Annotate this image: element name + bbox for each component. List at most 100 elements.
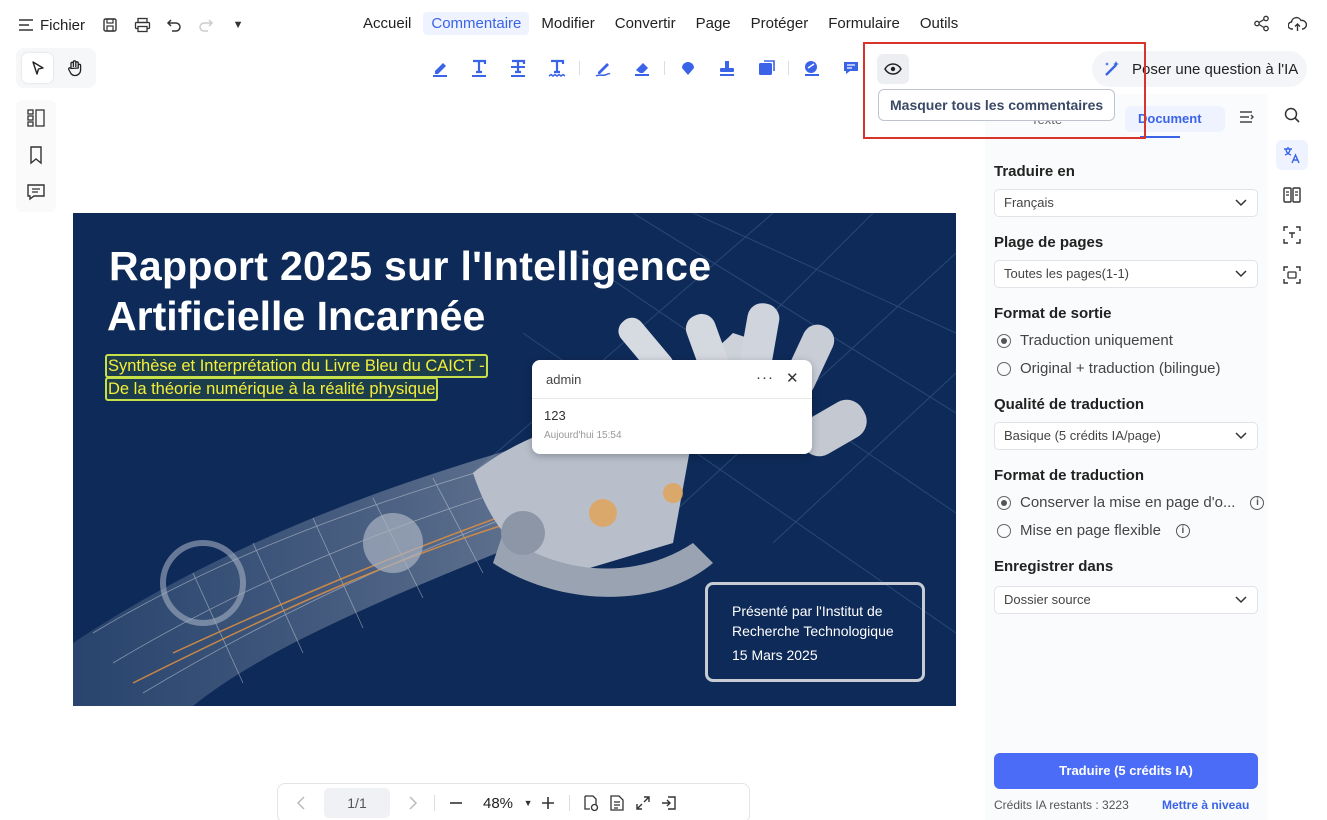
info-icon[interactable]: i (1175, 523, 1190, 538)
hand-tool-button[interactable] (59, 53, 90, 83)
hamburger-icon (19, 19, 33, 31)
print-icon[interactable] (131, 14, 153, 36)
quick-access-dropdown-icon[interactable]: ▼ (227, 14, 249, 36)
note-tool-icon[interactable] (831, 55, 870, 81)
signature-tool-icon[interactable] (792, 55, 831, 81)
format-option-keep-layout[interactable]: Conserver la mise en page d'o... i (997, 494, 1265, 511)
quality-label: Qualité de traduction (994, 396, 1145, 413)
quality-value: Basique (5 crédits IA/page) (1004, 428, 1161, 443)
share-icon[interactable] (1253, 15, 1270, 35)
main-menu: Accueil Commentaire Modifier Convertir P… (355, 12, 970, 35)
undo-icon[interactable] (163, 14, 185, 36)
output-option-bilingual[interactable]: Original + traduction (bilingue) (997, 360, 1221, 377)
more-options-icon[interactable]: ··· (756, 369, 774, 386)
format-option-flexible[interactable]: Mise en page flexible i (997, 522, 1190, 539)
radio-unselected (997, 523, 1011, 538)
shape-tool-icon[interactable] (668, 55, 707, 81)
page-view-icon[interactable] (578, 790, 604, 816)
menu-convertir[interactable]: Convertir (607, 12, 684, 35)
info-icon[interactable]: i (1250, 495, 1265, 510)
nav-divider (569, 795, 571, 811)
file-toolbar: Fichier ▼ (18, 14, 259, 36)
fullscreen-icon[interactable] (656, 790, 682, 816)
tab-document[interactable]: Document (1125, 106, 1225, 132)
document-title-line2: Artificielle Incarnée (107, 293, 486, 339)
page-range-value: Toutes les pages(1-1) (1004, 266, 1130, 281)
save-to-label: Enregistrer dans (994, 558, 1114, 575)
comments-panel-icon[interactable] (26, 182, 46, 205)
eraser-tool-icon[interactable] (622, 55, 661, 81)
radio-unselected (997, 361, 1011, 376)
save-to-select[interactable]: Dossier source (994, 586, 1258, 614)
right-tool-column (1272, 100, 1312, 290)
presenter-line1: Présenté par l'Institut de (732, 603, 883, 619)
highlighted-subtitle-line1[interactable]: Synthèse et Interprétation du Livre Bleu… (105, 354, 488, 378)
stamp-tool-icon[interactable] (707, 55, 746, 81)
next-page-icon[interactable] (400, 790, 426, 816)
remaining-credits: Crédits IA restants : 3223 (994, 798, 1129, 812)
menu-accueil[interactable]: Accueil (355, 12, 419, 35)
comment-text[interactable]: 123 (544, 408, 566, 423)
highlight-tool-icon[interactable] (420, 55, 459, 81)
toolbar-divider (579, 61, 580, 75)
ocr-icon[interactable] (1276, 220, 1308, 250)
annotation-toolbar (420, 55, 870, 81)
select-tool-button[interactable] (22, 53, 53, 83)
search-icon[interactable] (1276, 100, 1308, 130)
document-view-icon[interactable] (604, 790, 630, 816)
pencil-tool-icon[interactable] (583, 55, 622, 81)
format-option1-label: Conserver la mise en page d'o... (1020, 494, 1236, 511)
page-indicator[interactable]: 1/1 (324, 788, 390, 818)
zoom-dropdown-icon[interactable]: ▼ (521, 790, 535, 816)
zoom-in-icon[interactable] (535, 790, 561, 816)
redo-icon[interactable] (195, 14, 217, 36)
menu-outils[interactable]: Outils (912, 12, 966, 35)
squiggly-tool-icon[interactable] (537, 55, 576, 81)
screenshot-icon[interactable] (1276, 260, 1308, 290)
thumbnails-icon[interactable] (26, 108, 46, 131)
output-option2-label: Original + traduction (bilingue) (1020, 360, 1221, 377)
left-sidebar (16, 100, 56, 212)
close-icon[interactable]: ✕ (786, 369, 799, 387)
panel-collapse-icon[interactable] (1239, 110, 1255, 127)
eye-icon (884, 63, 902, 75)
previous-page-icon[interactable] (288, 790, 314, 816)
text-underline-tool-icon[interactable] (459, 55, 498, 81)
translate-button[interactable]: Traduire (5 crédits IA) (994, 753, 1258, 789)
menu-commentaire[interactable]: Commentaire (423, 12, 530, 35)
translate-icon[interactable] (1276, 140, 1308, 170)
compare-icon[interactable] (1276, 180, 1308, 210)
hand-icon (67, 60, 81, 77)
strikethrough-tool-icon[interactable] (498, 55, 537, 81)
menu-page[interactable]: Page (688, 12, 739, 35)
hide-comments-tooltip: Masquer tous les commentaires (878, 89, 1116, 121)
translate-to-select[interactable]: Français (994, 189, 1258, 217)
menu-formulaire[interactable]: Formulaire (820, 12, 908, 35)
file-menu[interactable]: Fichier (18, 17, 85, 34)
save-icon[interactable] (99, 14, 121, 36)
presenter-frame: Présenté par l'Institut de Recherche Tec… (705, 582, 925, 682)
toolbar-divider (788, 61, 789, 75)
fit-page-icon[interactable] (630, 790, 656, 816)
quality-select[interactable]: Basique (5 crédits IA/page) (994, 422, 1258, 450)
menu-modifier[interactable]: Modifier (533, 12, 602, 35)
chevron-down-icon (1235, 589, 1247, 618)
chevron-down-icon (1235, 192, 1247, 221)
hide-comments-button[interactable] (877, 54, 909, 84)
zoom-level[interactable]: 48% (483, 795, 513, 812)
output-option-translation-only[interactable]: Traduction uniquement (997, 332, 1173, 349)
highlighted-subtitle-line2[interactable]: De la théorie numérique à la réalité phy… (105, 377, 439, 401)
page-range-select[interactable]: Toutes les pages(1-1) (994, 260, 1258, 288)
attachment-tool-icon[interactable] (746, 55, 785, 81)
mode-toggle (16, 48, 96, 88)
tab-underline (1140, 136, 1180, 138)
ask-ai-button[interactable]: Poser une question à l'IA (1092, 51, 1307, 87)
menu-proteger[interactable]: Protéger (743, 12, 817, 35)
bookmark-icon[interactable] (26, 145, 46, 168)
translate-panel: Texte Document Traduire en Français Plag… (985, 94, 1267, 820)
ask-ai-label: Poser une question à l'IA (1132, 60, 1299, 78)
cloud-upload-icon[interactable] (1287, 15, 1308, 35)
upgrade-link[interactable]: Mettre à niveau (1162, 798, 1249, 812)
zoom-out-icon[interactable] (443, 790, 469, 816)
document-page: Rapport 2025 sur l'Intelligence Artifici… (73, 213, 956, 706)
